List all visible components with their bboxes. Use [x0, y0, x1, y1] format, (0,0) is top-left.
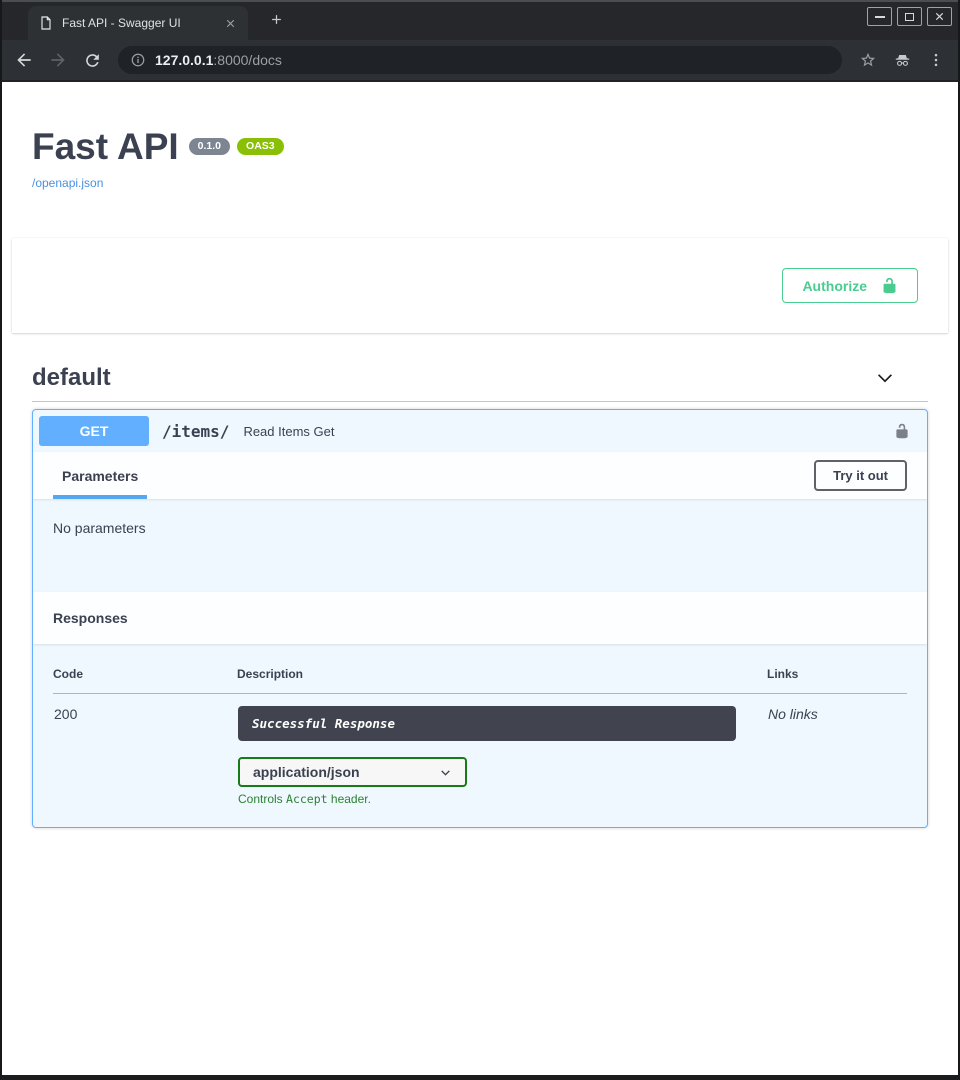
operation-summary-text: Read Items Get — [243, 424, 334, 439]
url-path: :8000/docs — [213, 52, 282, 68]
no-parameters-text: No parameters — [53, 520, 146, 536]
parameters-header: Parameters Try it out — [33, 452, 927, 499]
response-row-200: 200 Successful Response application/json… — [53, 694, 907, 808]
page-document-icon — [38, 15, 54, 31]
swagger-page: Fast API 0.1.0 OAS3 /openapi.json Author… — [2, 82, 958, 1075]
parameters-body: No parameters — [33, 499, 927, 592]
browser-window: Fast API - Swagger UI — [0, 0, 960, 1080]
oas3-badge: OAS3 — [237, 138, 284, 155]
browser-toolbar: 127.0.0.1:8000/docs — [2, 40, 958, 82]
page-title: Fast API — [32, 125, 179, 169]
browser-tab[interactable]: Fast API - Swagger UI — [28, 6, 248, 40]
close-icon — [934, 11, 945, 22]
chevron-down-icon[interactable] — [874, 367, 896, 389]
unlocked-padlock-icon — [894, 423, 910, 439]
maximize-button[interactable] — [897, 7, 922, 26]
hint-prefix: Controls — [238, 792, 286, 806]
minimize-icon — [875, 16, 885, 18]
column-header-code: Code — [53, 657, 237, 694]
bookmark-button[interactable] — [852, 44, 884, 76]
column-header-links: Links — [767, 657, 907, 694]
version-badge: 0.1.0 — [189, 138, 230, 155]
authorize-label: Authorize — [802, 278, 867, 294]
authorize-button[interactable]: Authorize — [782, 268, 918, 303]
maximize-icon — [905, 13, 914, 21]
response-code: 200 — [53, 694, 237, 808]
unlocked-padlock-icon — [881, 277, 898, 294]
reload-icon — [83, 51, 102, 70]
back-button[interactable] — [8, 44, 40, 76]
tag-title: default — [32, 364, 111, 392]
tag-header[interactable]: default — [32, 364, 928, 402]
responses-title: Responses — [53, 610, 128, 626]
parameters-label: Parameters — [62, 468, 138, 484]
url-host: 127.0.0.1 — [155, 52, 213, 68]
hint-code: Accept — [286, 792, 328, 806]
reload-button[interactable] — [76, 44, 108, 76]
scheme-container: Authorize — [12, 238, 948, 333]
new-tab-button[interactable] — [264, 7, 288, 31]
openapi-spec-link[interactable]: /openapi.json — [32, 176, 103, 190]
tab-close-icon[interactable] — [222, 15, 238, 31]
media-type-select[interactable]: application/json — [238, 757, 467, 787]
browser-menu-button[interactable] — [920, 44, 952, 76]
address-bar[interactable]: 127.0.0.1:8000/docs — [118, 46, 842, 74]
operation-path: /items/ — [162, 422, 229, 441]
operation-summary[interactable]: GET /items/ Read Items Get — [33, 410, 927, 452]
browser-tab-strip: Fast API - Swagger UI — [2, 0, 958, 40]
forward-button[interactable] — [42, 44, 74, 76]
try-it-out-button[interactable]: Try it out — [814, 460, 907, 491]
operation-get-items: GET /items/ Read Items Get Parameters Tr… — [32, 409, 928, 828]
window-controls — [867, 7, 952, 26]
api-badges: 0.1.0 OAS3 — [189, 138, 284, 155]
responses-header: Responses — [33, 592, 927, 644]
column-header-description: Description — [237, 657, 767, 694]
tag-section-default: default GET /items/ Read Items Get — [32, 364, 928, 828]
tab-title: Fast API - Swagger UI — [62, 16, 214, 30]
response-description: Successful Response — [238, 706, 736, 741]
tab-parameters[interactable]: Parameters — [53, 452, 147, 499]
info-icon — [130, 52, 146, 68]
media-type-value: application/json — [253, 764, 360, 780]
response-description-cell: Successful Response application/json Con… — [237, 694, 767, 808]
accept-header-hint: Controls Accept header. — [238, 792, 766, 806]
close-button[interactable] — [927, 7, 952, 26]
select-chevron-icon — [439, 766, 452, 779]
responses-body: Code Description Links 200 Successful Re… — [33, 644, 927, 827]
url-text: 127.0.0.1:8000/docs — [155, 52, 282, 68]
forward-arrow-icon — [48, 50, 68, 70]
response-links: No links — [767, 694, 907, 808]
star-icon — [859, 51, 877, 69]
back-arrow-icon — [14, 50, 34, 70]
api-info: Fast API 0.1.0 OAS3 /openapi.json — [2, 82, 958, 192]
hint-suffix: header. — [328, 792, 371, 806]
responses-table: Code Description Links 200 Successful Re… — [53, 657, 907, 807]
incognito-icon — [893, 51, 912, 70]
kebab-menu-icon — [927, 51, 945, 69]
auth-lock-button[interactable] — [894, 423, 910, 439]
minimize-button[interactable] — [867, 7, 892, 26]
method-badge: GET — [39, 416, 149, 446]
profile-incognito-button[interactable] — [886, 44, 918, 76]
